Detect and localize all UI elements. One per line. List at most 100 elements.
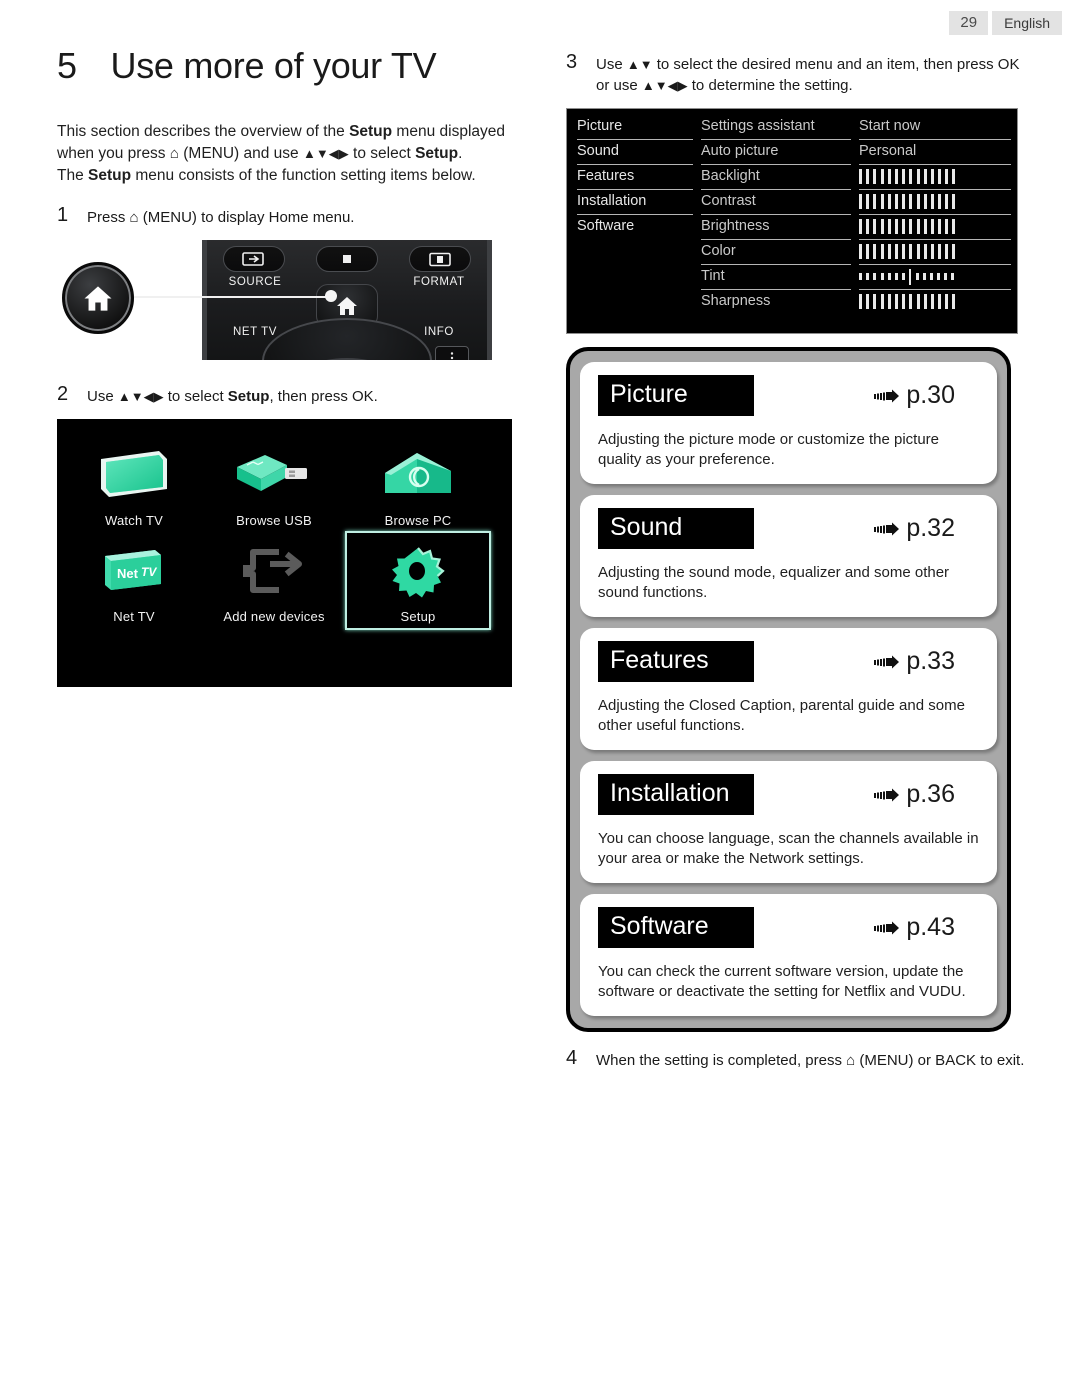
settings-menu-column: Picture Sound Features Installation Soft… [567, 115, 693, 315]
settings-slider-contrast[interactable] [859, 190, 1011, 215]
settings-menu-item-installation[interactable]: Installation [577, 190, 693, 215]
settings-menu-item-software[interactable]: Software [577, 215, 693, 240]
home-tile-setup[interactable]: Setup [345, 531, 491, 630]
menu-card-page-number: p.36 [906, 780, 955, 808]
settings-item-contrast[interactable]: Contrast [701, 190, 851, 215]
slider-tick [937, 273, 941, 280]
settings-menu-item-sound[interactable]: Sound [577, 140, 693, 165]
gear-icon [347, 537, 489, 605]
step-3-text-b: to select the desired menu and an item, … [652, 56, 1020, 73]
home-tile-watch-tv[interactable]: Watch TV [69, 441, 199, 528]
menu-card-description: You can choose language, scan the channe… [598, 830, 979, 867]
home-icon: ⌂ [129, 209, 139, 226]
home-icon: ⌂ [169, 145, 179, 162]
settings-item-auto-picture[interactable]: Auto picture [701, 140, 851, 165]
step-2-number: 2 [57, 383, 69, 405]
slider-tick [859, 194, 862, 209]
menu-card-sound[interactable]: Sound p.32 Adjusting the sound mode, equ… [580, 495, 997, 617]
add-device-arrow-icon [209, 537, 339, 605]
settings-slider-backlight[interactable] [859, 165, 1011, 190]
menu-card-header: Sound p.32 [598, 508, 979, 549]
home-tile-net-tv[interactable]: Net TV Net TV [69, 537, 199, 624]
settings-item-brightness[interactable]: Brightness [701, 215, 851, 240]
settings-slider-tint[interactable] [859, 265, 1011, 290]
settings-item-backlight[interactable]: Backlight [701, 165, 851, 190]
menu-card-description: You can check the current software versi… [598, 963, 966, 1000]
slider-tick [887, 169, 891, 184]
slider-tick [952, 294, 956, 309]
remote-navigation-dial[interactable] [262, 318, 432, 360]
menu-card-description: Adjusting the picture mode or customize … [598, 431, 940, 468]
home-tile-browse-usb[interactable]: Browse USB [209, 441, 339, 528]
menu-card-features[interactable]: Features p.33 Adjusting the Closed Capti… [580, 628, 997, 750]
step-2-text-c: , then press OK. [269, 388, 378, 405]
slider-tick [909, 194, 913, 209]
slider-tick [938, 194, 942, 209]
net-tv-icon: Net TV [69, 537, 199, 605]
settings-menu-item-features[interactable]: Features [577, 165, 693, 190]
slider-tick [916, 244, 920, 259]
home-tile-label: Net TV [113, 609, 155, 624]
settings-item-color[interactable]: Color [701, 240, 851, 265]
home-icon: ⌂ [846, 1052, 856, 1069]
settings-slider-sharpness[interactable] [859, 290, 1011, 315]
slider-tick [923, 194, 927, 209]
slider-tick [866, 294, 870, 309]
source-input-icon [223, 246, 285, 272]
step-3-text: Use ▲▼ to select the desired menu and an… [596, 52, 1019, 96]
slider-tick [909, 244, 913, 259]
right-column: 3 Use ▲▼ to select the desired menu and … [566, 52, 1026, 1071]
slider-tick [894, 194, 898, 209]
slider-tick [909, 169, 913, 184]
menu-card-description: Adjusting the sound mode, equalizer and … [598, 564, 950, 601]
slider-tick [902, 169, 906, 184]
slider-tick [938, 219, 942, 234]
remote-options-button[interactable] [435, 346, 469, 360]
slider-tick [916, 219, 920, 234]
slider-tick [902, 244, 906, 259]
step-4-number: 4 [566, 1047, 578, 1069]
step-4-text-b: (MENU) or BACK to exit. [855, 1052, 1025, 1069]
step-1-text-a: Press [87, 209, 130, 226]
settings-value-start-now[interactable]: Start now [859, 115, 1011, 140]
settings-item-sharpness[interactable]: Sharpness [701, 290, 851, 315]
slider-tick [916, 194, 920, 209]
page-arrow-icon [874, 522, 900, 535]
settings-value-personal[interactable]: Personal [859, 140, 1011, 165]
slider-tick [894, 273, 898, 280]
home-tile-add-new-devices[interactable]: Add new devices [209, 537, 339, 624]
slider-tick [873, 219, 877, 234]
language-tab[interactable]: English [992, 11, 1062, 35]
slider-tick [880, 244, 884, 259]
menu-card-software[interactable]: Software p.43 You can check the current … [580, 894, 997, 1016]
settings-item-settings-assistant[interactable]: Settings assistant [701, 115, 851, 140]
step-1-number: 1 [57, 204, 69, 226]
slider-tick [880, 273, 884, 280]
home-tile-browse-pc[interactable]: Browse PC [353, 441, 483, 528]
slider-tick [866, 194, 870, 209]
home-menu-screenshot: Watch TV Browse USB Browse PC Net TV Net… [57, 419, 512, 687]
left-column: 5 Use more of your TV This section descr… [57, 45, 517, 687]
home-tile-label: Browse USB [236, 513, 312, 528]
menu-card-picture[interactable]: Picture p.30 Adjusting the picture mode … [580, 362, 997, 484]
slider-tick [915, 273, 919, 280]
callout-connector [133, 296, 333, 298]
house-network-icon [353, 441, 483, 509]
menu-card-installation[interactable]: Installation p.36 You can choose languag… [580, 761, 997, 883]
step-2-text-b: to select [163, 388, 228, 405]
home-icon [337, 297, 357, 315]
settings-slider-color[interactable] [859, 240, 1011, 265]
slider-tick [866, 273, 870, 280]
arrow-keys-icon: ▲▼◀▶ [117, 389, 164, 404]
settings-item-tint[interactable]: Tint [701, 265, 851, 290]
source-label: SOURCE [228, 276, 282, 288]
slider-tick [873, 169, 877, 184]
menu-card-title: Software [598, 907, 754, 948]
slider-tick [887, 273, 891, 280]
step-4-text: When the setting is completed, press ⌂ (… [596, 1048, 1024, 1071]
settings-slider-brightness[interactable] [859, 215, 1011, 240]
page-arrow-icon [874, 921, 900, 934]
slider-tick [880, 219, 884, 234]
settings-menu-item-picture[interactable]: Picture [577, 115, 693, 140]
slider-tick [945, 194, 949, 209]
